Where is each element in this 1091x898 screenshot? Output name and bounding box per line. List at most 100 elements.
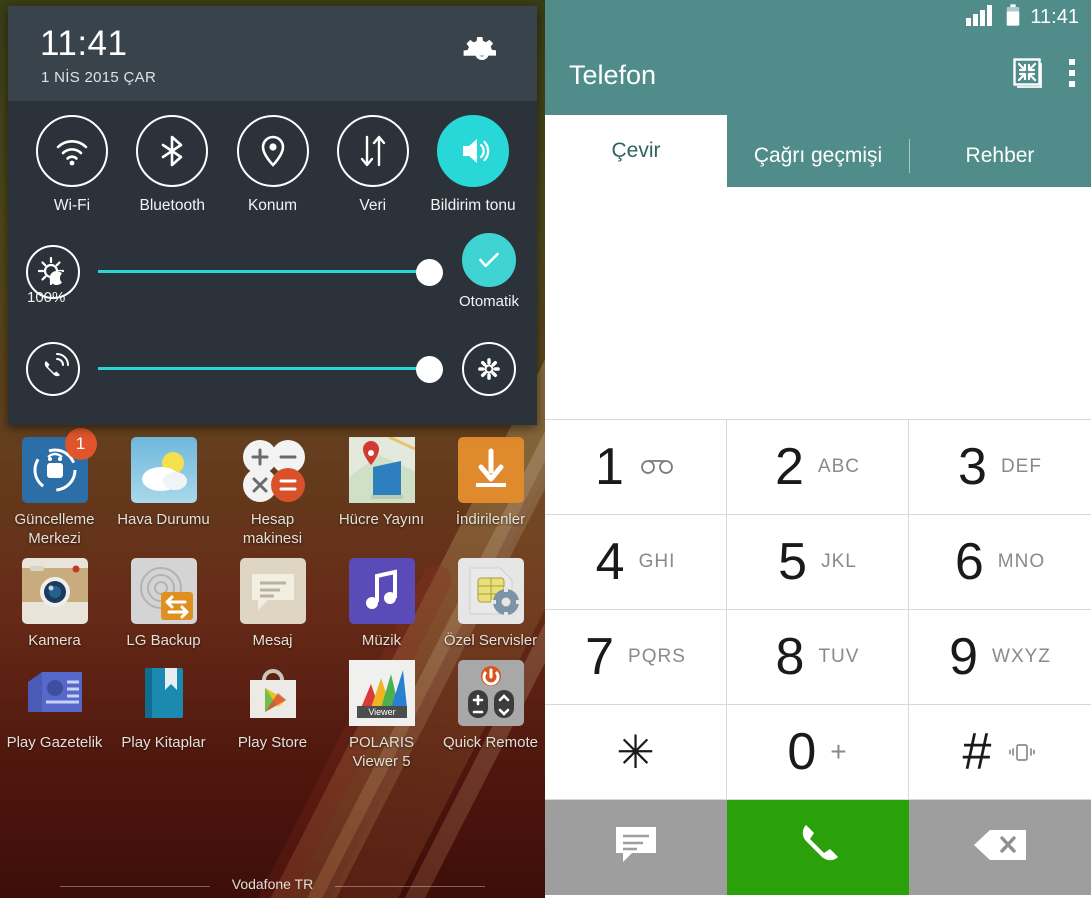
toggle-label: Bildirim tonu — [430, 197, 516, 214]
key-digit: 7 — [585, 628, 615, 686]
battery-icon — [1005, 4, 1021, 31]
app-label: Kamera — [28, 632, 81, 649]
message-button[interactable] — [545, 800, 727, 895]
auto-label: Otomatik — [459, 293, 520, 310]
toggle-label: Veri — [359, 197, 387, 214]
tab-call-history[interactable]: Çağrı geçmişi — [727, 125, 909, 187]
toggle-location[interactable]: Konum — [227, 115, 319, 215]
tab-label: Rehber — [965, 144, 1035, 167]
app-icon-play-newsstand[interactable]: Play Gazetelik — [0, 660, 109, 771]
status-bar: 11:41 — [545, 0, 1091, 35]
app-label: Play Gazetelik — [6, 734, 103, 751]
tab-divider — [909, 139, 910, 173]
volume-row — [8, 342, 537, 396]
dial-key-2[interactable]: 2 ABC — [727, 420, 909, 515]
app-icon-play-books[interactable]: Play Kitaplar — [109, 660, 218, 771]
number-input-area[interactable] — [545, 187, 1091, 419]
dial-key-4[interactable]: 4 GHI — [545, 515, 727, 610]
brightness-auto-toggle[interactable]: Otomatik — [459, 233, 519, 310]
key-digit: # — [962, 723, 992, 781]
app-icon-special-services[interactable]: Özel Servisler — [436, 558, 545, 650]
dial-key-0[interactable]: 0 + — [727, 705, 909, 800]
key-digit: 6 — [954, 533, 984, 591]
action-bar — [545, 800, 1091, 895]
app-icon-downloads[interactable]: İndirilenler — [436, 437, 545, 548]
key-digit: 3 — [958, 438, 987, 496]
app-icon-music[interactable]: Müzik — [327, 558, 436, 650]
dial-key-star[interactable]: ✳ — [545, 705, 727, 800]
slider-knob[interactable] — [416, 356, 443, 383]
sound-settings-button[interactable] — [459, 342, 519, 396]
key-letters: JKL — [821, 551, 857, 572]
app-icon-lg-backup[interactable]: LG Backup — [109, 558, 218, 650]
sim-services-icon — [457, 558, 524, 624]
badge-count: 1 — [64, 428, 97, 460]
app-label: Hava Durumu — [117, 511, 210, 528]
dial-key-9[interactable]: 9 WXYZ — [909, 610, 1091, 705]
volume-slider[interactable] — [98, 342, 443, 396]
message-icon — [239, 558, 306, 624]
app-label: LG Backup — [126, 632, 201, 649]
dial-key-8[interactable]: 8 TUV — [727, 610, 909, 705]
tab-contacts[interactable]: Rehber — [909, 125, 1091, 187]
call-button[interactable] — [727, 800, 909, 895]
key-digit: 5 — [778, 533, 808, 591]
app-label: Quick Remote — [442, 734, 539, 751]
play-newsstand-icon — [22, 660, 88, 726]
app-icon-polaris-viewer[interactable]: Viewer POLARIS Viewer 5 — [327, 660, 436, 771]
app-icon-cell-broadcast[interactable]: Hücre Yayını — [327, 435, 436, 548]
app-icon-weather[interactable]: Hava Durumu — [109, 437, 218, 548]
tab-label: Çağrı geçmişi — [753, 144, 883, 167]
signal-bars-icon — [965, 4, 999, 31]
ringer-icon — [26, 342, 80, 396]
polaris-viewer-icon: Viewer — [348, 660, 415, 726]
brightness-value: 100% — [27, 289, 66, 306]
app-icon-calculator[interactable]: Hesap makinesi — [218, 437, 327, 548]
app-label: Hesap makinesi — [242, 511, 303, 547]
dial-key-6[interactable]: 6 MNO — [909, 515, 1091, 610]
app-icon-quick-remote[interactable]: Quick Remote — [436, 660, 545, 771]
toggle-label: Wi-Fi — [53, 197, 91, 214]
app-icon-play-store[interactable]: Play Store — [218, 660, 327, 771]
brightness-slider[interactable] — [98, 245, 443, 299]
dial-key-7[interactable]: 7 PQRS — [545, 610, 727, 705]
panel-date: 1 NİS 2015 ÇAR — [41, 69, 157, 86]
toggle-data[interactable]: Veri — [327, 115, 419, 215]
toggle-bluetooth[interactable]: Bluetooth — [126, 115, 218, 215]
camera-icon — [21, 558, 88, 624]
shrink-view-icon[interactable] — [1011, 56, 1045, 95]
toggle-wifi[interactable]: Wi-Fi — [26, 115, 118, 215]
app-icon-camera[interactable]: Kamera — [0, 558, 109, 650]
dial-key-hash[interactable]: # — [909, 705, 1091, 800]
key-letters: DEF — [1000, 456, 1042, 477]
tab-dial[interactable]: Çevir — [545, 115, 727, 187]
toggle-label: Bluetooth — [139, 197, 206, 214]
phone-app-pane: 11:41 Telefon Çevir Çağrı geçmişi Rehber… — [545, 0, 1091, 898]
voicemail-icon — [640, 459, 676, 475]
svg-text:Viewer: Viewer — [368, 707, 395, 717]
dial-key-5[interactable]: 5 JKL — [727, 515, 909, 610]
dial-key-3[interactable]: 3 DEF — [909, 420, 1091, 515]
app-icon-message[interactable]: Mesaj — [218, 558, 327, 650]
app-label: Play Store — [237, 734, 308, 751]
play-books-icon — [131, 660, 197, 726]
update-center-icon: 1 — [21, 428, 97, 503]
brightness-row: Otomatik 100% — [8, 233, 537, 310]
notification-panel: 11:41 1 NİS 2015 ÇAR Wi-Fi Bluetooth Kon — [8, 6, 537, 425]
app-label: POLARIS Viewer 5 — [348, 734, 415, 770]
toggle-notification-sound[interactable]: Bildirim tonu — [427, 115, 519, 215]
toggle-label: Konum — [247, 197, 298, 214]
app-icon-update-center[interactable]: 1 Güncelleme Merkezi — [0, 428, 109, 548]
key-digit: 4 — [595, 533, 625, 591]
slider-knob[interactable] — [416, 258, 443, 286]
dial-key-1[interactable]: 1 — [545, 420, 727, 515]
app-label: Play Kitaplar — [121, 734, 206, 751]
key-letters: MNO — [997, 551, 1046, 572]
phone-handset-icon — [792, 819, 844, 876]
backspace-button[interactable] — [909, 800, 1091, 895]
key-digit: 1 — [595, 438, 624, 496]
gear-icon[interactable] — [462, 33, 502, 73]
key-digit: 2 — [775, 438, 804, 496]
key-letters: WXYZ — [992, 646, 1051, 667]
overflow-menu-icon[interactable] — [1069, 58, 1077, 93]
